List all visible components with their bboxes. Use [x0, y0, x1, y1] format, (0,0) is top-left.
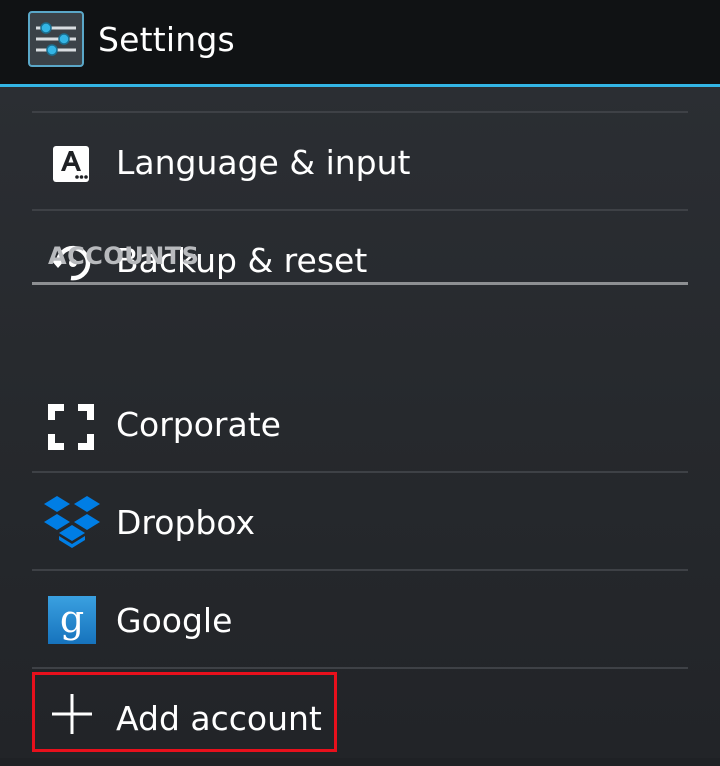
account-item-label: Dropbox: [116, 503, 256, 542]
add-account-label: Add account: [116, 699, 322, 738]
settings-item-label: Language & input: [116, 143, 411, 182]
plus-icon: [50, 692, 94, 736]
language-icon: [44, 138, 98, 192]
settings-item-language-input[interactable]: Language & input: [32, 114, 688, 210]
page-title: Settings: [98, 20, 235, 59]
divider: [32, 667, 688, 669]
account-item-google[interactable]: g Google: [32, 572, 688, 668]
section-divider: [32, 282, 688, 285]
add-account-button[interactable]: Add account: [32, 670, 688, 766]
divider: [32, 471, 688, 473]
svg-text:g: g: [60, 597, 84, 641]
account-item-dropbox[interactable]: Dropbox: [32, 474, 688, 570]
google-icon: g: [48, 596, 96, 644]
section-header-accounts: ACCOUNTS: [48, 242, 200, 270]
account-item-label: Google: [116, 601, 233, 640]
account-item-corporate[interactable]: Corporate: [32, 376, 688, 472]
corporate-icon: [44, 400, 98, 454]
settings-sliders-icon[interactable]: [28, 11, 84, 67]
divider: [32, 569, 688, 571]
account-item-label: Corporate: [116, 405, 281, 444]
divider: [32, 209, 688, 211]
action-bar: Settings: [0, 0, 720, 84]
divider: [32, 111, 688, 113]
dropbox-icon: [42, 494, 102, 554]
